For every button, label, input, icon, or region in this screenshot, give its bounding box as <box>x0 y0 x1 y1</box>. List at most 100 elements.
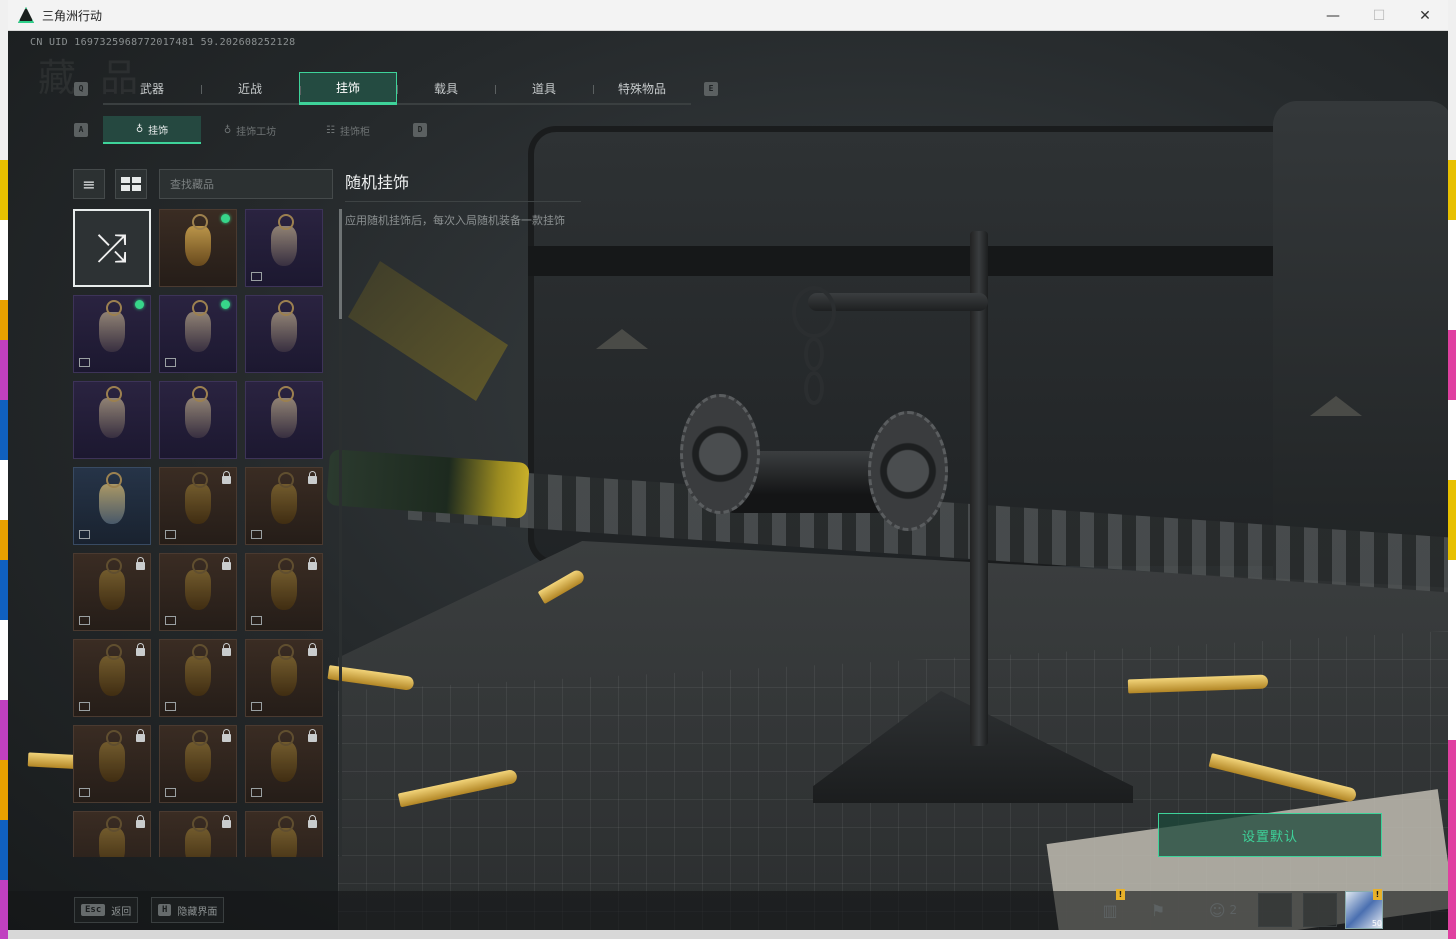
charm-grid-scrollbar[interactable] <box>339 209 342 857</box>
charm-item[interactable] <box>73 467 151 545</box>
add-slot-button[interactable] <box>1258 893 1292 927</box>
preview-charm-wheel <box>868 411 948 531</box>
close-button[interactable]: ✕ <box>1402 0 1448 31</box>
charm-thumbnail <box>185 300 211 352</box>
filter-button[interactable]: ≡ <box>73 169 105 199</box>
stats-button[interactable]: ▥ ! <box>1093 889 1127 927</box>
image-icon <box>251 272 262 281</box>
charm-item-locked[interactable] <box>159 725 237 803</box>
charm-item-locked[interactable] <box>245 725 323 803</box>
charm-item-locked[interactable] <box>73 725 151 803</box>
charm-thumbnail <box>99 558 125 610</box>
party-button[interactable]: ☺ 2 <box>1198 893 1248 927</box>
image-icon <box>165 788 176 797</box>
scrollbar-thumb[interactable] <box>339 209 342 319</box>
tab-melee[interactable]: 近战 <box>201 72 299 105</box>
charm-item[interactable] <box>245 295 323 373</box>
tab-items[interactable]: 道具 <box>495 72 593 105</box>
charm-item-locked[interactable] <box>73 811 151 857</box>
charm-item-locked[interactable] <box>245 639 323 717</box>
subtab-label: 挂饰工坊 <box>236 126 277 138</box>
charm-icon: ♁ <box>223 124 232 136</box>
new-indicator <box>221 300 230 309</box>
scene-chevron-icon <box>596 329 648 349</box>
lock-icon <box>308 815 317 828</box>
charm-thumbnail <box>185 558 211 610</box>
subtab-charm-cabinet[interactable]: ☷ 挂饰柜 <box>299 116 397 144</box>
charm-item[interactable] <box>73 381 151 459</box>
subtab-prev-key[interactable]: A <box>74 123 88 137</box>
maximize-button[interactable]: ☐ <box>1356 0 1402 31</box>
key-esc: Esc <box>81 904 106 916</box>
tab-prev-key[interactable]: Q <box>74 82 88 96</box>
charm-thumbnail <box>185 644 211 696</box>
lock-icon <box>222 729 231 742</box>
charm-item[interactable] <box>245 381 323 459</box>
charm-item-locked[interactable] <box>245 467 323 545</box>
notification-badge: ! <box>1373 889 1382 900</box>
subtab-charms[interactable]: ♁ 挂饰 <box>103 116 201 144</box>
charm-item[interactable] <box>159 295 237 373</box>
window-title: 三角洲行动 <box>42 8 103 23</box>
hide-ui-hint[interactable]: H 隐藏界面 <box>151 897 225 923</box>
image-icon <box>165 358 176 367</box>
set-default-button[interactable]: 设置默认 <box>1158 813 1382 857</box>
charm-item[interactable] <box>159 209 237 287</box>
tab-weapons[interactable]: 武器 <box>103 72 201 105</box>
charm-item[interactable] <box>159 381 237 459</box>
charm-item-locked[interactable] <box>245 811 323 857</box>
charm-item-locked[interactable] <box>245 553 323 631</box>
charm-item-locked[interactable] <box>159 811 237 857</box>
grid-view-button[interactable] <box>115 169 147 199</box>
notification-badge: ! <box>1116 889 1125 900</box>
tab-next-key[interactable]: E <box>704 82 718 96</box>
detail-title: 随机挂饰 <box>345 169 581 202</box>
back-hint[interactable]: Esc 返回 <box>74 897 139 923</box>
charm-thumbnail <box>99 386 125 438</box>
tab-special-items[interactable]: 特殊物品 <box>593 72 691 105</box>
avatar-level: 50 <box>1371 919 1382 928</box>
lock-icon <box>308 557 317 570</box>
lock-icon <box>136 729 145 742</box>
image-icon <box>79 788 90 797</box>
charm-icon: ♁ <box>135 123 144 135</box>
new-indicator <box>221 214 230 223</box>
game-window: 三角洲行动 — ☐ ✕ 藏 品 CN UID 16973259687720174… <box>8 0 1448 939</box>
profile-button[interactable]: 50 ! <box>1344 889 1384 929</box>
scene-chevron-icon <box>1310 396 1362 416</box>
cabinet-icon: ☷ <box>326 124 335 136</box>
charm-item-locked[interactable] <box>159 639 237 717</box>
subtab-charm-workshop[interactable]: ♁ 挂饰工坊 <box>201 116 299 144</box>
flag-icon: ⚑ <box>1150 900 1166 920</box>
image-icon <box>79 616 90 625</box>
flag-button[interactable]: ⚑ <box>1141 893 1175 927</box>
charm-item[interactable] <box>73 295 151 373</box>
minimize-button[interactable]: — <box>1310 0 1356 31</box>
image-icon <box>251 788 262 797</box>
image-icon <box>79 530 90 539</box>
charm-thumbnail <box>99 644 125 696</box>
charm-item[interactable] <box>245 209 323 287</box>
tab-vehicles[interactable]: 载具 <box>397 72 495 105</box>
party-count: 2 <box>1229 903 1238 917</box>
lock-icon <box>136 557 145 570</box>
tab-charms[interactable]: 挂饰 <box>299 72 397 105</box>
charm-thumbnail <box>271 730 297 782</box>
subtab-label: 挂饰 <box>148 125 169 137</box>
add-slot-button[interactable] <box>1303 893 1337 927</box>
lock-icon <box>136 643 145 656</box>
charm-item-locked[interactable] <box>159 467 237 545</box>
subtab-next-key[interactable]: D <box>413 123 427 137</box>
subtab-label: 挂饰柜 <box>339 126 370 138</box>
lock-icon <box>308 643 317 656</box>
charm-item-locked[interactable] <box>73 553 151 631</box>
charm-thumbnail <box>99 472 125 524</box>
charm-item-locked[interactable] <box>73 639 151 717</box>
search-input[interactable] <box>159 169 333 199</box>
charm-thumbnail <box>99 300 125 352</box>
image-icon <box>251 702 262 711</box>
hint-label: 隐藏界面 <box>177 906 218 918</box>
charm-item-locked[interactable] <box>159 553 237 631</box>
scene-charm-link <box>804 337 824 371</box>
random-charm-item[interactable]: ⤮ <box>73 209 151 287</box>
